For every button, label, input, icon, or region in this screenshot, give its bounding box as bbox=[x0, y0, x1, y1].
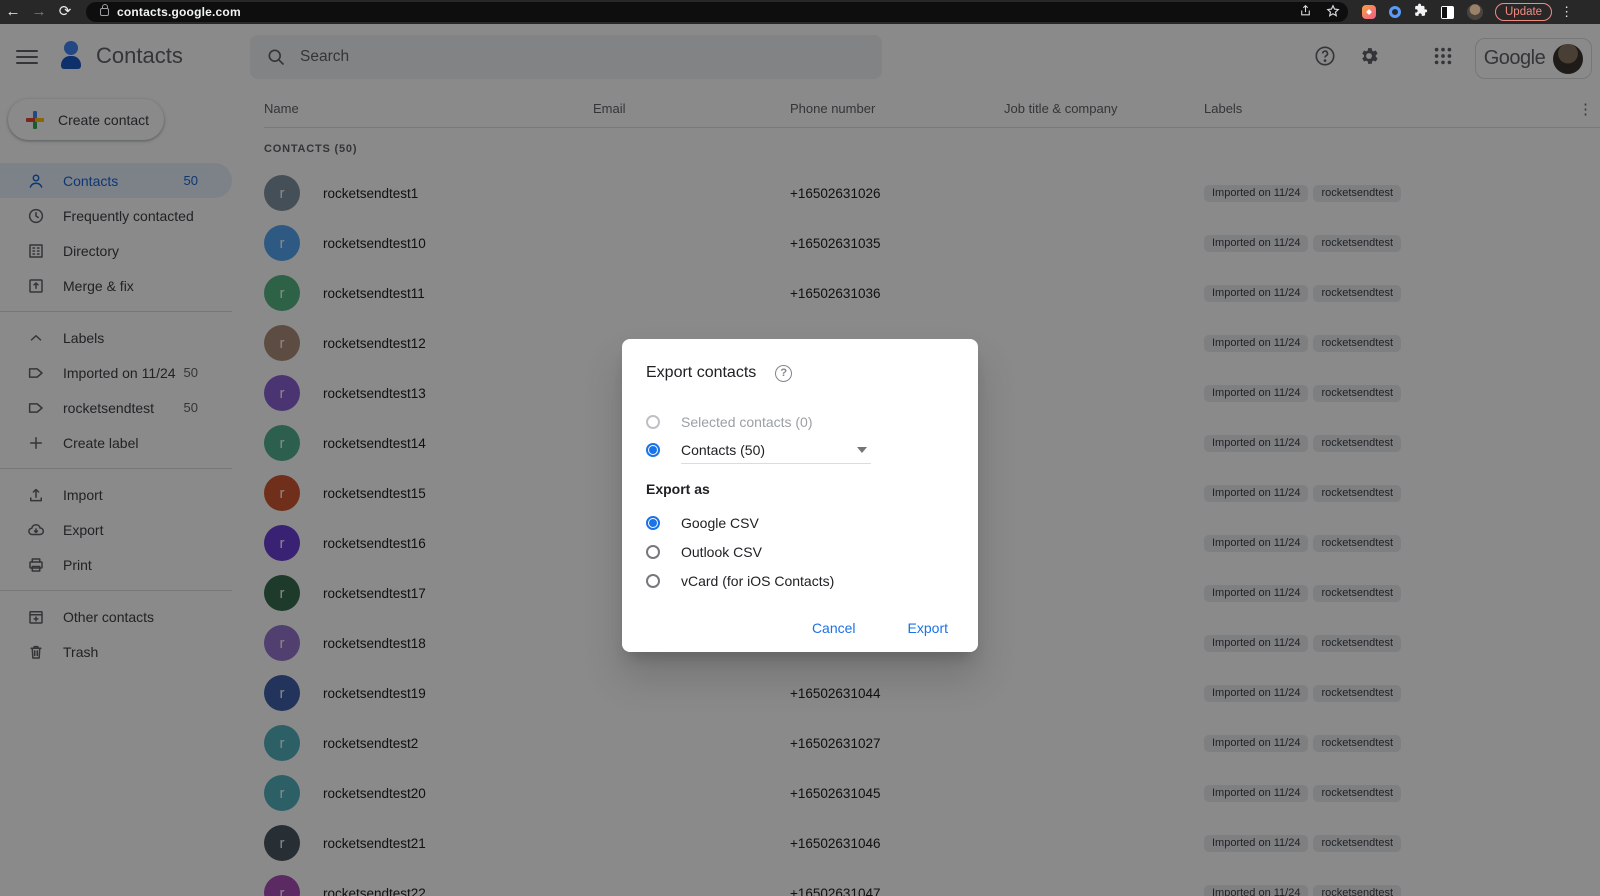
radio-icon[interactable] bbox=[646, 415, 660, 429]
radio-option-outlook-csv[interactable]: Outlook CSV bbox=[646, 537, 954, 566]
browser-profile-avatar[interactable] bbox=[1467, 4, 1483, 20]
url-text: contacts.google.com bbox=[117, 5, 241, 19]
dialog-title: Export contacts bbox=[646, 364, 757, 381]
export-scope-group: Selected contacts (0) Contacts (50) bbox=[646, 408, 954, 464]
extension-pink-icon[interactable] bbox=[1362, 5, 1376, 19]
cancel-button[interactable]: Cancel bbox=[798, 610, 870, 646]
radio-option-google-csv[interactable]: Google CSV bbox=[646, 508, 954, 537]
browser-menu-kebab-icon[interactable]: ⋮ bbox=[1560, 4, 1573, 20]
radio-icon[interactable] bbox=[646, 515, 660, 530]
contacts-app: Contacts Search Google Create contact Co… bbox=[0, 24, 1600, 896]
chevron-down-icon bbox=[857, 446, 867, 453]
export-button[interactable]: Export bbox=[894, 610, 962, 646]
export-as-label: Export as bbox=[646, 481, 710, 497]
forward-arrow-icon[interactable]: → bbox=[26, 0, 52, 24]
radio-option-vcard-for-ios-contacts-[interactable]: vCard (for iOS Contacts) bbox=[646, 566, 954, 595]
radio-label: Outlook CSV bbox=[681, 543, 762, 560]
extension-ring-icon[interactable] bbox=[1389, 6, 1401, 18]
extension-contrast-icon[interactable] bbox=[1441, 5, 1454, 19]
radio-option-selected-contacts-0-[interactable]: Selected contacts (0) bbox=[646, 408, 954, 436]
browser-chrome: ← → ⟳ contacts.google.com Update ⋮ bbox=[0, 0, 1600, 24]
radio-label: Selected contacts (0) bbox=[681, 414, 813, 430]
back-arrow-icon[interactable]: ← bbox=[0, 0, 26, 24]
dialog-footer: Cancel Export bbox=[798, 610, 962, 646]
bookmark-star-icon[interactable] bbox=[1326, 3, 1340, 21]
radio-label: Google CSV bbox=[681, 514, 759, 531]
share-icon[interactable] bbox=[1299, 4, 1312, 20]
address-bar[interactable]: contacts.google.com bbox=[86, 2, 1348, 22]
extensions-area bbox=[1362, 3, 1454, 22]
reload-icon[interactable]: ⟳ bbox=[52, 0, 78, 24]
export-format-group: Google CSV Outlook CSV vCard (for iOS Co… bbox=[646, 508, 954, 595]
radio-option-contacts-50-[interactable]: Contacts (50) bbox=[646, 436, 954, 464]
radio-icon[interactable] bbox=[646, 443, 660, 457]
radio-label: Contacts (50) bbox=[681, 441, 766, 458]
radio-label: vCard (for iOS Contacts) bbox=[681, 572, 835, 589]
dialog-help-icon[interactable]: ? bbox=[775, 364, 793, 382]
lock-icon bbox=[100, 4, 109, 16]
update-button[interactable]: Update bbox=[1495, 3, 1553, 21]
contacts-scope-select[interactable]: Contacts (50) bbox=[681, 436, 871, 464]
extension-puzzle-icon[interactable] bbox=[1414, 3, 1428, 22]
export-contacts-dialog: Export contacts ? Selected contacts (0) … bbox=[622, 339, 978, 652]
radio-icon[interactable] bbox=[646, 544, 660, 559]
radio-icon[interactable] bbox=[646, 573, 660, 588]
